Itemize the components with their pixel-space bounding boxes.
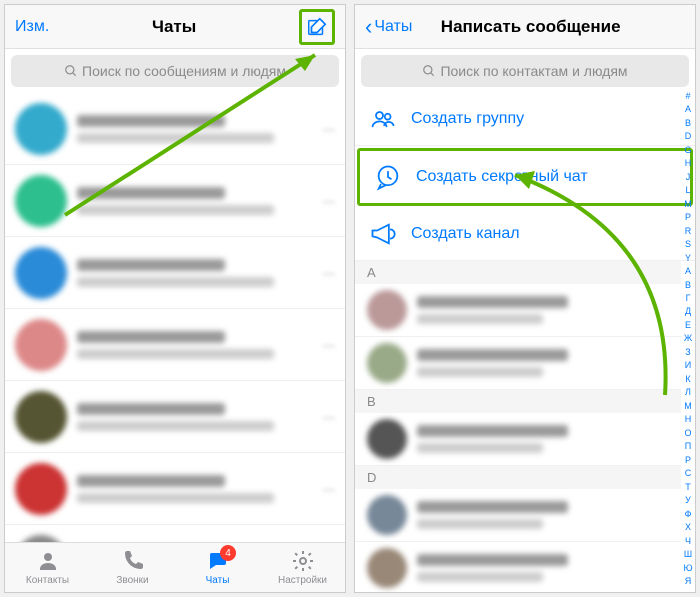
chats-screen: Изм. Чаты Поиск по сообщениям и людям — … (4, 4, 346, 593)
index-letter[interactable]: Х (685, 522, 691, 532)
create-options: Создать группу Создать секретный чат Соз… (355, 93, 695, 261)
back-button[interactable]: ‹ Чаты (365, 14, 412, 40)
tabbar: Контакты Звонки 4 Чаты Настройки (5, 542, 345, 592)
chat-row[interactable]: — (5, 309, 345, 381)
search-input[interactable]: Поиск по сообщениям и людям (11, 55, 339, 87)
contact-row[interactable] (355, 413, 681, 466)
gear-icon (291, 549, 315, 573)
index-letter[interactable]: Я (685, 576, 692, 586)
index-letter[interactable]: L (685, 185, 690, 195)
contact-row[interactable] (355, 489, 681, 542)
section-header: B (355, 390, 681, 413)
index-letter[interactable]: P (685, 212, 691, 222)
create-secret-chat-button[interactable]: Создать секретный чат (357, 148, 693, 206)
index-letter[interactable]: Ш (684, 549, 692, 559)
index-letter[interactable]: S (685, 239, 691, 249)
tab-contacts[interactable]: Контакты (5, 543, 90, 592)
create-group-button[interactable]: Создать группу (355, 93, 695, 146)
index-letter[interactable]: П (685, 441, 691, 451)
chat-row[interactable]: — (5, 93, 345, 165)
contact-list[interactable]: A B D (355, 261, 695, 592)
index-letter[interactable]: У (685, 495, 691, 505)
index-letter[interactable]: # (685, 91, 690, 101)
phone-icon (121, 549, 145, 573)
index-letter[interactable]: D (685, 131, 692, 141)
index-letter[interactable]: Г (686, 293, 691, 303)
chevron-left-icon: ‹ (365, 14, 372, 40)
contact-row[interactable] (355, 542, 681, 592)
tab-label: Контакты (26, 575, 69, 586)
create-channel-button[interactable]: Создать канал (355, 208, 695, 261)
index-letter[interactable]: З (685, 347, 690, 357)
tab-label: Чаты (206, 575, 230, 586)
index-letter[interactable]: Е (685, 320, 691, 330)
compose-icon (306, 16, 328, 38)
index-letter[interactable]: А (685, 266, 691, 276)
search-placeholder: Поиск по сообщениям и людям (82, 63, 286, 79)
tab-label: Настройки (278, 575, 327, 586)
compose-screen: ‹ Чаты Написать сообщение Поиск по конта… (354, 4, 696, 593)
index-letter[interactable]: М (684, 401, 692, 411)
index-letter[interactable]: J (686, 172, 691, 182)
index-letter[interactable]: И (685, 360, 691, 370)
page-title: Написать сообщение (441, 17, 621, 37)
chat-row[interactable]: — (5, 237, 345, 309)
index-letter[interactable]: Д (685, 306, 691, 316)
search-input[interactable]: Поиск по контактам и людям (361, 55, 689, 87)
group-icon (369, 105, 397, 133)
contact-row[interactable] (355, 337, 681, 390)
search-placeholder: Поиск по контактам и людям (440, 63, 627, 79)
search-icon (422, 64, 436, 78)
index-letter[interactable]: Y (685, 253, 691, 263)
create-group-label: Создать группу (411, 110, 524, 128)
create-secret-label: Создать секретный чат (416, 168, 588, 186)
back-label: Чаты (374, 18, 412, 36)
index-letter[interactable]: M (684, 199, 692, 209)
tab-chats[interactable]: 4 Чаты (175, 543, 260, 592)
contact-icon (36, 549, 60, 573)
alphabet-index[interactable]: # ABDGHJLMPRSYАВГДЕЖЗИКЛМНОПРСТУФХЧШЮЯ (681, 85, 695, 592)
index-letter[interactable]: Ж (684, 333, 692, 343)
nav-spacer (649, 9, 685, 45)
chat-row[interactable]: — (5, 165, 345, 237)
index-letter[interactable]: С (685, 468, 692, 478)
search-icon (64, 64, 78, 78)
index-letter[interactable]: H (685, 158, 692, 168)
megaphone-icon (369, 220, 397, 248)
index-letter[interactable]: B (685, 118, 691, 128)
section-header: D (355, 466, 681, 489)
index-letter[interactable]: A (685, 104, 691, 114)
index-letter[interactable]: G (684, 145, 691, 155)
chat-badge: 4 (220, 545, 236, 561)
navbar: Изм. Чаты (5, 5, 345, 49)
secret-chat-icon (374, 163, 402, 191)
compose-button[interactable] (299, 9, 335, 45)
index-letter[interactable]: Ф (685, 509, 692, 519)
index-letter[interactable]: К (685, 374, 690, 384)
chat-row[interactable]: — (5, 381, 345, 453)
index-letter[interactable]: В (685, 280, 691, 290)
chat-list[interactable]: — — — — — — — (5, 93, 345, 542)
navbar: ‹ Чаты Написать сообщение (355, 5, 695, 49)
tab-settings[interactable]: Настройки (260, 543, 345, 592)
index-letter[interactable]: Н (685, 414, 692, 424)
contact-row[interactable] (355, 284, 681, 337)
tab-label: Звонки (116, 575, 148, 586)
chat-row[interactable]: — (5, 525, 345, 542)
create-channel-label: Создать канал (411, 225, 520, 243)
index-letter[interactable]: Л (685, 387, 691, 397)
page-title: Чаты (152, 17, 196, 37)
index-letter[interactable]: Ю (683, 563, 692, 573)
section-header: A (355, 261, 681, 284)
index-letter[interactable]: Т (685, 482, 691, 492)
index-letter[interactable]: R (685, 226, 692, 236)
index-letter[interactable]: Р (685, 455, 691, 465)
index-letter[interactable]: О (684, 428, 691, 438)
edit-button[interactable]: Изм. (15, 18, 49, 36)
tab-calls[interactable]: Звонки (90, 543, 175, 592)
index-letter[interactable]: Ч (685, 536, 691, 546)
chat-row[interactable]: — (5, 453, 345, 525)
